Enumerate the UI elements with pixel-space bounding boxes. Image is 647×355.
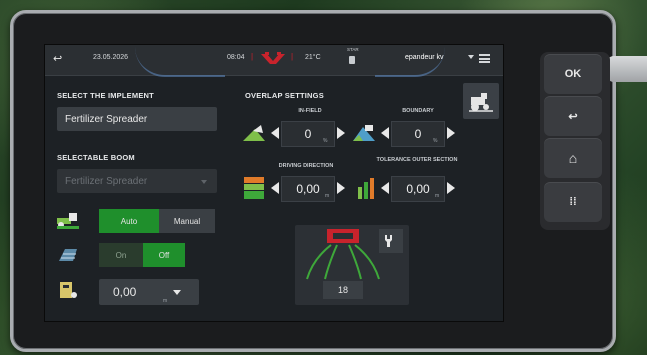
ok-button[interactable]: OK (544, 54, 602, 94)
hardware-menu-button[interactable]: ⁞⁞ (544, 182, 602, 222)
driving-direction-decrease-button[interactable] (271, 182, 279, 194)
implement-select[interactable]: Fertilizer Spreader (57, 107, 217, 131)
mode-manual-button[interactable]: Manual (159, 209, 215, 233)
time-text: 08:04 (227, 54, 245, 61)
rate-unit: m (163, 298, 168, 304)
boom-select[interactable]: Fertilizer Spreader (57, 169, 217, 193)
selectable-boom-title: SELECTABLE BOOM (57, 153, 135, 162)
driving-direction-icon (241, 175, 267, 201)
chevron-down-icon (201, 180, 207, 184)
status-bar-curve (375, 47, 445, 77)
implement-tab[interactable] (463, 83, 499, 119)
tolerance-decrease-button[interactable] (381, 182, 389, 194)
hardware-back-button[interactable]: ↩ (544, 96, 602, 136)
status-bar: ↩ 23.05.2026 08:04 | | 21°C STAR epandeu… (45, 45, 503, 77)
in-field-decrease-button[interactable] (271, 127, 279, 139)
tractor-icon (469, 93, 493, 112)
brand-logo-icon (261, 51, 285, 64)
boundary-unit: % (433, 138, 438, 144)
separator-icon: | (251, 52, 254, 61)
in-field-increase-button[interactable] (337, 127, 345, 139)
chevron-down-icon[interactable] (173, 290, 181, 295)
boundary-overlap-icon (351, 121, 377, 145)
tolerance-icon (353, 175, 379, 201)
date-text: 23.05.2026 (93, 54, 129, 61)
boundary-decrease-button[interactable] (381, 127, 389, 139)
wrench-settings-button[interactable] (379, 229, 403, 253)
chevron-down-icon[interactable] (468, 55, 474, 59)
in-field-overlap-icon (241, 121, 267, 145)
hamburger-menu-icon[interactable] (479, 54, 490, 63)
tolerance-unit: m (435, 193, 440, 199)
in-field-label: IN-FIELD (298, 108, 322, 114)
spreader-preview-icon (306, 229, 380, 280)
section-preview-panel: 18 (295, 225, 409, 305)
driving-direction-label: DRIVING DIRECTION (278, 163, 334, 169)
boundary-label: BOUNDARY (402, 108, 434, 114)
separator-icon: | (291, 52, 294, 61)
wrench-icon (385, 235, 392, 247)
tolerance-increase-button[interactable] (447, 182, 455, 194)
select-implement-title: SELECT THE IMPLEMENT (57, 91, 154, 100)
profile-name[interactable]: epandeur kv (405, 54, 444, 61)
mode-auto-button[interactable]: Auto (99, 209, 159, 233)
toggle-off-button[interactable]: Off (143, 243, 185, 267)
driving-direction-unit: m (325, 193, 330, 199)
mount-knob (606, 56, 647, 82)
memory-icon (349, 56, 355, 64)
toggle-on-button[interactable]: On (99, 243, 143, 267)
in-field-unit: % (323, 138, 328, 144)
temperature-text: 21°C (305, 54, 321, 61)
field-map-icon (55, 245, 81, 265)
driving-direction-increase-button[interactable] (337, 182, 345, 194)
boundary-increase-button[interactable] (447, 127, 455, 139)
status-small-text: STAR (347, 47, 359, 52)
hardware-home-button[interactable]: ⌂ (544, 138, 602, 178)
overlap-settings-title: OVERLAP SETTINGS (245, 91, 324, 100)
application-rate-icon (55, 279, 81, 301)
display-screen: ↩ 23.05.2026 08:04 | | 21°C STAR epandeu… (44, 44, 504, 322)
sprayer-auto-icon (55, 209, 81, 231)
back-icon[interactable]: ↩ (53, 52, 62, 65)
rate-value-field[interactable]: 0,00 (99, 279, 199, 305)
section-count: 18 (323, 281, 363, 299)
status-bar-curve (135, 47, 225, 77)
tolerance-outer-section-label: TOLERANCE OUTER SECTION (376, 157, 458, 163)
